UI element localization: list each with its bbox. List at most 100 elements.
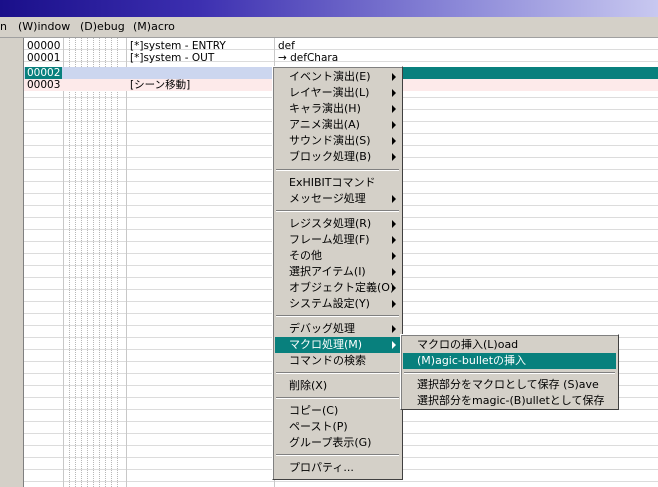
table-row[interactable]: 00001 [*]system - OUT → defChara xyxy=(24,52,658,64)
submenu-arrow-icon xyxy=(392,195,396,203)
menu-item-label: アニメ演出(A) xyxy=(289,118,360,131)
menu-item-other[interactable]: その他 xyxy=(275,248,400,264)
grid-flag-column xyxy=(111,38,112,487)
menu-item-copy[interactable]: コピー(C) xyxy=(275,403,400,419)
menu-item-label: マクロ処理(M) xyxy=(289,338,363,351)
row-command: [シーン移動] xyxy=(130,79,191,91)
grid-flag-column xyxy=(93,38,94,487)
menu-separator xyxy=(276,210,399,212)
menu-bar: n (W)indow (D)ebug (M)acro xyxy=(0,17,658,38)
menu-item-label: フレーム処理(F) xyxy=(289,233,370,246)
row-number: 00001 xyxy=(27,52,61,64)
menu-item-label: 選択部分をマクロとして保存 (S)ave xyxy=(417,378,599,391)
menu-item-system-settings[interactable]: システム設定(Y) xyxy=(275,296,400,312)
menu-item-window[interactable]: (W)indow xyxy=(18,20,70,33)
row-argument: def xyxy=(278,40,295,52)
menu-item-label: メッセージ処理 xyxy=(289,192,366,205)
menu-item-debug[interactable]: (D)ebug xyxy=(80,20,125,33)
menu-separator xyxy=(276,169,399,171)
context-menu: イベント演出(E) レイヤー演出(L) キャラ演出(H) アニメ演出(A) サウ… xyxy=(272,66,403,480)
menu-item-event[interactable]: イベント演出(E) xyxy=(275,69,400,85)
menu-item-exhibit-command[interactable]: ExHIBITコマンド xyxy=(275,175,400,191)
submenu-arrow-icon xyxy=(392,137,396,145)
menu-item-command-search[interactable]: コマンドの検索 xyxy=(275,353,400,369)
submenu-item-load-macro[interactable]: マクロの挿入(L)oad xyxy=(403,337,616,353)
menu-item-object-definition[interactable]: オブジェクト定義(O) xyxy=(275,280,400,296)
menu-separator xyxy=(276,315,399,317)
grid-flag-column xyxy=(69,38,70,487)
menu-item-label: その他 xyxy=(289,249,322,262)
row-argument: → defChara xyxy=(278,52,339,64)
menu-item-label: 選択部分をmagic-(B)ulletとして保存 xyxy=(417,394,605,407)
menu-item-sound[interactable]: サウンド演出(S) xyxy=(275,133,400,149)
grid-column-divider xyxy=(63,38,64,487)
grid-flag-column xyxy=(75,38,76,487)
submenu-item-save-macro[interactable]: 選択部分をマクロとして保存 (S)ave xyxy=(403,377,616,393)
menu-item-message[interactable]: メッセージ処理 xyxy=(275,191,400,207)
menu-separator xyxy=(276,454,399,456)
menu-separator xyxy=(276,397,399,399)
menu-item-label: サウンド演出(S) xyxy=(289,134,371,147)
row-number: 00000 xyxy=(27,40,61,52)
menu-item-layer[interactable]: レイヤー演出(L) xyxy=(275,85,400,101)
menu-item-group-view[interactable]: グループ表示(G) xyxy=(275,435,400,451)
grid-flag-column xyxy=(87,38,88,487)
submenu-arrow-icon xyxy=(392,252,396,260)
submenu-arrow-icon xyxy=(392,73,396,81)
table-row[interactable]: 00000 [*]system - ENTRY def xyxy=(24,40,658,52)
submenu-arrow-icon xyxy=(392,105,396,113)
menu-item-frame[interactable]: フレーム処理(F) xyxy=(275,232,400,248)
submenu-arrow-icon xyxy=(392,268,396,276)
menu-item-label: イベント演出(E) xyxy=(289,70,371,83)
row-selection-highlight xyxy=(395,67,658,79)
left-panel xyxy=(0,38,24,487)
grid-flag-column xyxy=(117,38,118,487)
grid-flag-column xyxy=(105,38,106,487)
submenu-arrow-icon xyxy=(392,236,396,244)
submenu-arrow-icon xyxy=(392,89,396,97)
submenu-arrow-icon xyxy=(392,300,396,308)
menu-item-label: ペースト(P) xyxy=(289,420,348,433)
submenu-item-save-magic-bullet[interactable]: 選択部分をmagic-(B)ulletとして保存 xyxy=(403,393,616,409)
submenu-arrow-icon xyxy=(392,325,396,333)
menu-item-partial[interactable]: n xyxy=(0,20,7,33)
menu-item-label: オブジェクト定義(O) xyxy=(289,281,395,294)
menu-item-delete[interactable]: 削除(X) xyxy=(275,378,400,394)
menu-item-paste[interactable]: ペースト(P) xyxy=(275,419,400,435)
menu-item-anime[interactable]: アニメ演出(A) xyxy=(275,117,400,133)
menu-item-label: マクロの挿入(L)oad xyxy=(417,338,519,351)
menu-item-label: ブロック処理(B) xyxy=(289,150,372,163)
submenu-arrow-icon xyxy=(392,341,396,349)
menu-item-macro[interactable]: マクロ処理(M) xyxy=(275,337,400,353)
menu-item-label: キャラ演出(H) xyxy=(289,102,361,115)
menu-item-block[interactable]: ブロック処理(B) xyxy=(275,149,400,165)
menu-item-properties[interactable]: プロパティ... xyxy=(275,460,400,476)
menu-separator xyxy=(404,372,615,374)
row-number: 00003 xyxy=(27,79,61,91)
row-command: [*]system - OUT xyxy=(130,52,215,64)
submenu-arrow-icon xyxy=(392,284,396,292)
menu-item-select-item[interactable]: 選択アイテム(I) xyxy=(275,264,400,280)
macro-submenu: マクロの挿入(L)oad (M)agic-bulletの挿入 選択部分をマクロと… xyxy=(400,334,619,410)
menu-item-label: レイヤー演出(L) xyxy=(289,86,370,99)
menu-item-label: グループ表示(G) xyxy=(289,436,372,449)
menu-item-label: システム設定(Y) xyxy=(289,297,370,310)
menu-item-label: プロパティ... xyxy=(289,461,354,474)
grid-flag-column xyxy=(99,38,100,487)
menu-item-label: コピー(C) xyxy=(289,404,339,417)
menu-item-macro[interactable]: (M)acro xyxy=(133,20,175,33)
submenu-item-insert-magic-bullet[interactable]: (M)agic-bulletの挿入 xyxy=(403,353,616,369)
title-bar xyxy=(0,0,658,17)
menu-item-register[interactable]: レジスタ処理(R) xyxy=(275,216,400,232)
submenu-arrow-icon xyxy=(392,220,396,228)
menu-item-label: ExHIBITコマンド xyxy=(289,176,376,189)
row-number: 00002 xyxy=(25,67,63,79)
menu-item-chara[interactable]: キャラ演出(H) xyxy=(275,101,400,117)
menu-item-label: コマンドの検索 xyxy=(289,354,366,367)
menu-item-debug[interactable]: デバッグ処理 xyxy=(275,321,400,337)
menu-item-label: 削除(X) xyxy=(289,379,328,392)
submenu-arrow-icon xyxy=(392,121,396,129)
menu-separator xyxy=(276,372,399,374)
menu-item-label: デバッグ処理 xyxy=(289,322,355,335)
menu-item-label: 選択アイテム(I) xyxy=(289,265,366,278)
